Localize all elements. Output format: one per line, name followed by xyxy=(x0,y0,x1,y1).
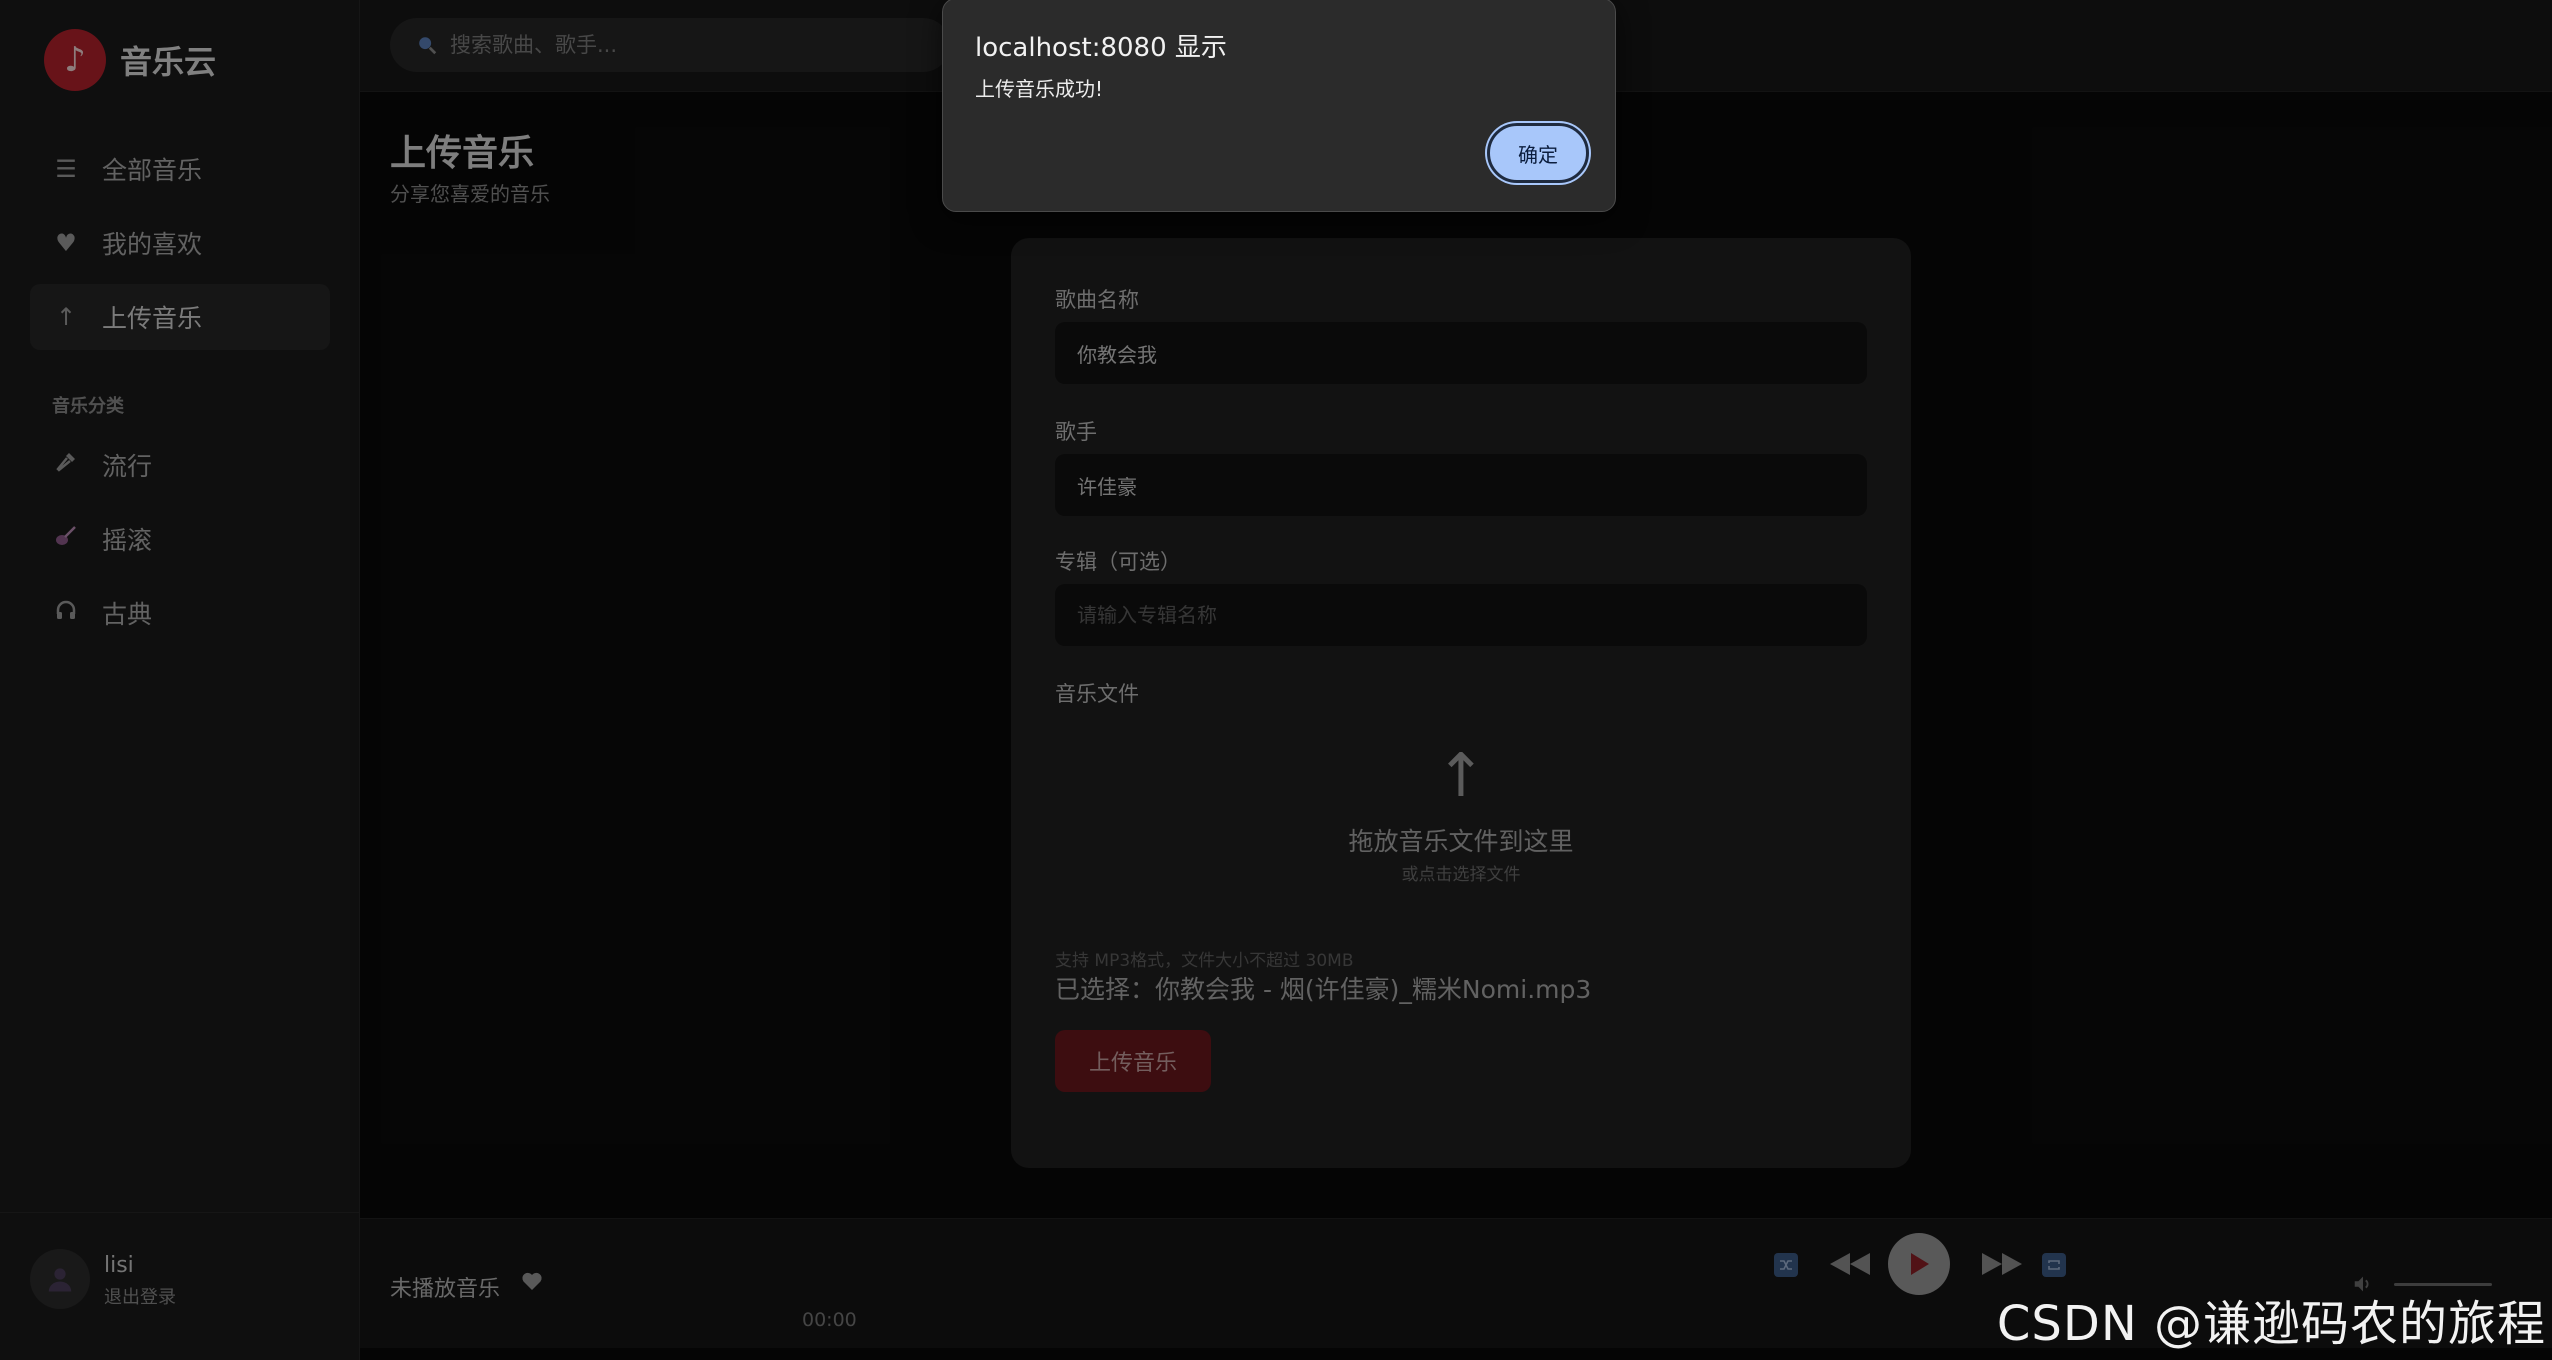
alert-dialog: localhost:8080 显示 上传音乐成功! 确定 xyxy=(942,0,1616,212)
dialog-message: 上传音乐成功! xyxy=(975,77,1104,101)
dialog-title: localhost:8080 显示 xyxy=(975,33,1227,63)
watermark: CSDN @谦逊码农的旅程 xyxy=(1996,1296,2546,1352)
dialog-ok-button[interactable]: 确定 xyxy=(1487,123,1589,183)
